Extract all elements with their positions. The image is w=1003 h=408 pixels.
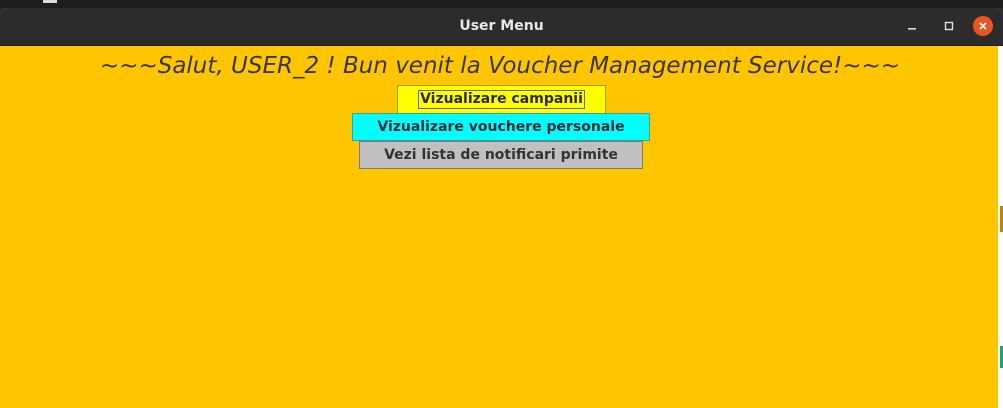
minimize-button[interactable] [902,16,922,36]
window-right-edge [998,46,1003,408]
view-personal-vouchers-button[interactable]: Vizualizare vouchere personale [352,113,650,141]
view-campaigns-button[interactable]: Vizualizare campanii [397,85,606,114]
view-notifications-label: Vezi lista de notificari primite [384,147,618,163]
close-button[interactable] [973,16,993,36]
close-icon [979,22,987,30]
main-panel: ~~~Salut, USER_2 ! Bun venit la Voucher … [2,46,998,408]
view-personal-vouchers-label: Vizualizare vouchere personale [377,119,625,135]
welcome-greeting: ~~~Salut, USER_2 ! Bun venit la Voucher … [99,53,901,79]
view-campaigns-label: Vizualizare campanii [418,90,585,109]
view-notifications-button[interactable]: Vezi lista de notificari primite [359,141,643,169]
desktop-indicator [43,0,57,3]
minimize-icon [908,28,916,30]
maximize-button[interactable] [939,16,959,36]
window-titlebar[interactable]: User Menu [0,8,1003,46]
window-title: User Menu [459,18,544,34]
user-menu-window: User Menu ~~~Salut, USER_2 ! Bun venit l… [0,8,1003,408]
desktop-top-bar [0,0,1003,8]
maximize-icon [944,21,954,31]
